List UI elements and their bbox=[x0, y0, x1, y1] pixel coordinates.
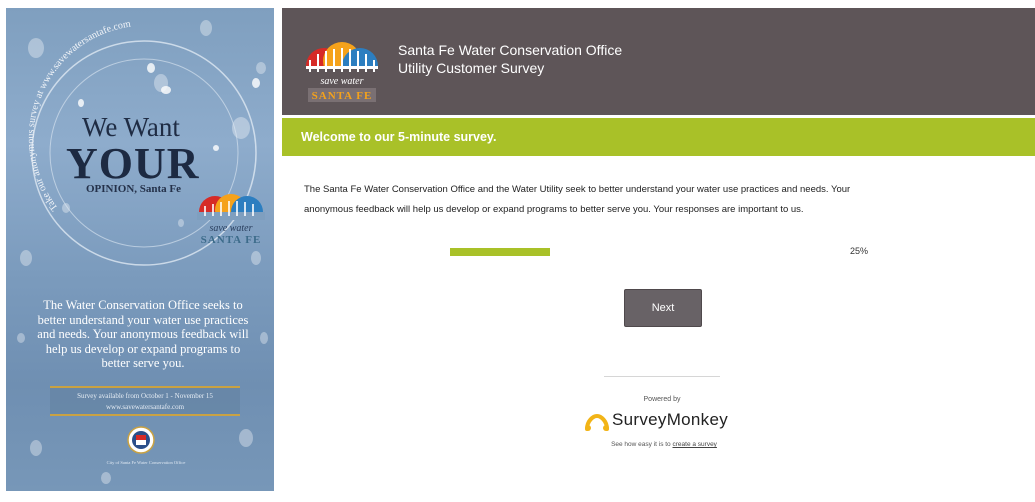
powered-by: Powered by bbox=[643, 396, 681, 403]
progress-bar bbox=[450, 248, 550, 256]
poster-logo-line2: SANTA FE bbox=[200, 234, 262, 246]
poster-availability-url: www.savewatersantafe.com bbox=[105, 403, 185, 411]
save-water-logo: save water SANTA FE bbox=[302, 24, 382, 104]
create-survey-note: See how easy it is to create a survey bbox=[574, 441, 754, 448]
poster-availability: Survey available from October 1 - Novemb… bbox=[50, 386, 240, 416]
org-name: Santa Fe Water Conservation Office bbox=[398, 42, 623, 58]
poster-opinion: OPINION, Santa Fe bbox=[86, 183, 182, 195]
next-button[interactable]: Next bbox=[624, 289, 702, 327]
logo-line2: SANTA FE bbox=[312, 90, 373, 102]
create-survey-prefix: See how easy it is to bbox=[611, 441, 671, 448]
poster-seal-caption: City of Santa Fe Water Conservation Offi… bbox=[106, 460, 186, 465]
surveymonkey-wordmark: SurveyMonkey bbox=[612, 410, 729, 429]
org-title: Santa Fe Water Conservation Office Utili… bbox=[398, 41, 622, 77]
save-water-logo-icon: save water SANTA FE bbox=[302, 42, 382, 104]
surveymonkey-brand[interactable]: SurveyMonkey bbox=[582, 408, 752, 434]
survey-header: save water SANTA FE Santa Fe Water Conse… bbox=[282, 8, 1035, 115]
logo-line1: save water bbox=[320, 76, 363, 87]
intro-line-2: anonymous feedback will help us develop … bbox=[304, 204, 804, 215]
poster-your: YOUR bbox=[66, 139, 200, 188]
survey-intro: The Santa Fe Water Conservation Office a… bbox=[304, 180, 1004, 220]
save-water-logo-icon bbox=[197, 194, 265, 228]
surveymonkey-logo-icon bbox=[585, 413, 609, 431]
poster-logo-line1: save water bbox=[209, 223, 253, 234]
survey-poster: Take our anonymous survey at www.savewat… bbox=[6, 8, 274, 491]
create-survey-link[interactable]: create a survey bbox=[673, 441, 717, 448]
city-seal-icon bbox=[127, 426, 155, 454]
welcome-bar: Welcome to our 5-minute survey. bbox=[282, 118, 1035, 156]
poster-availability-dates: Survey available from October 1 - Novemb… bbox=[77, 392, 213, 400]
intro-line-1: The Santa Fe Water Conservation Office a… bbox=[304, 184, 851, 195]
poster-save-water-logo: save water SANTA FE bbox=[191, 186, 271, 246]
survey-panel: save water SANTA FE Santa Fe Water Conse… bbox=[282, 8, 1035, 502]
survey-name: Utility Customer Survey bbox=[398, 60, 545, 76]
poster-body-text: The Water Conservation Office seeks to b… bbox=[37, 298, 249, 370]
footer-divider bbox=[604, 376, 720, 377]
progress-percent: 25% bbox=[850, 246, 869, 256]
water-drops-background: Take our anonymous survey at www.savewat… bbox=[17, 19, 268, 484]
